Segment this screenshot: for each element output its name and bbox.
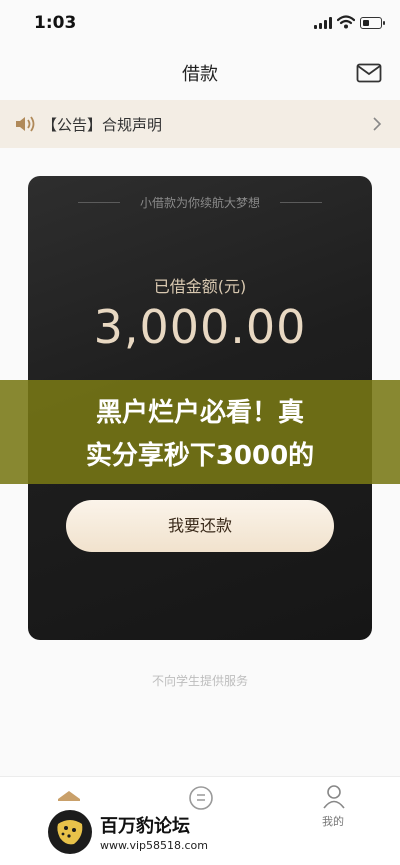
wifi-icon	[337, 15, 355, 29]
overlay-line-2: 实分享秒下3000的	[85, 441, 315, 471]
logo-url: www.vip58518.com	[100, 839, 209, 852]
battery-icon	[360, 17, 385, 29]
nav-bar: 借款	[0, 46, 400, 98]
logo-watermark: 百万豹论坛 www.vip58518.com	[48, 808, 238, 856]
page-title: 借款	[182, 64, 218, 85]
overlay-line-1: 黑户烂户必看！真	[95, 398, 304, 428]
home-icon[interactable]	[56, 789, 82, 809]
status-bar: 1:03	[0, 0, 400, 46]
loan-page: 1:03 借款 【公告】合规声明 小借款为你续航大梦想 已借金额(元) 3,00…	[0, 0, 400, 865]
mail-icon[interactable]	[356, 63, 382, 83]
card-tagline: 小借款为你续航大梦想	[139, 196, 260, 210]
notice-bar[interactable]: 【公告】合规声明	[0, 100, 400, 148]
notice-text: 【公告】合规声明	[42, 116, 163, 134]
overlay-banner: 黑户烂户必看！真 实分享秒下3000的	[0, 380, 400, 484]
footer-note: 不向学生提供服务	[151, 674, 248, 688]
repay-button[interactable]: 我要还款	[66, 500, 334, 552]
leopard-logo-icon	[48, 810, 92, 854]
borrowed-amount: 3,000.00	[93, 300, 307, 354]
amount-label: 已借金额(元)	[153, 277, 247, 296]
status-time: 1:03	[34, 13, 77, 33]
chevron-right-icon	[373, 117, 382, 131]
speaker-icon	[16, 116, 35, 132]
tab-label-mine[interactable]: 我的	[322, 813, 344, 829]
logo-title: 百万豹论坛	[100, 816, 190, 837]
person-icon[interactable]	[321, 783, 347, 809]
signal-icon	[314, 17, 332, 29]
